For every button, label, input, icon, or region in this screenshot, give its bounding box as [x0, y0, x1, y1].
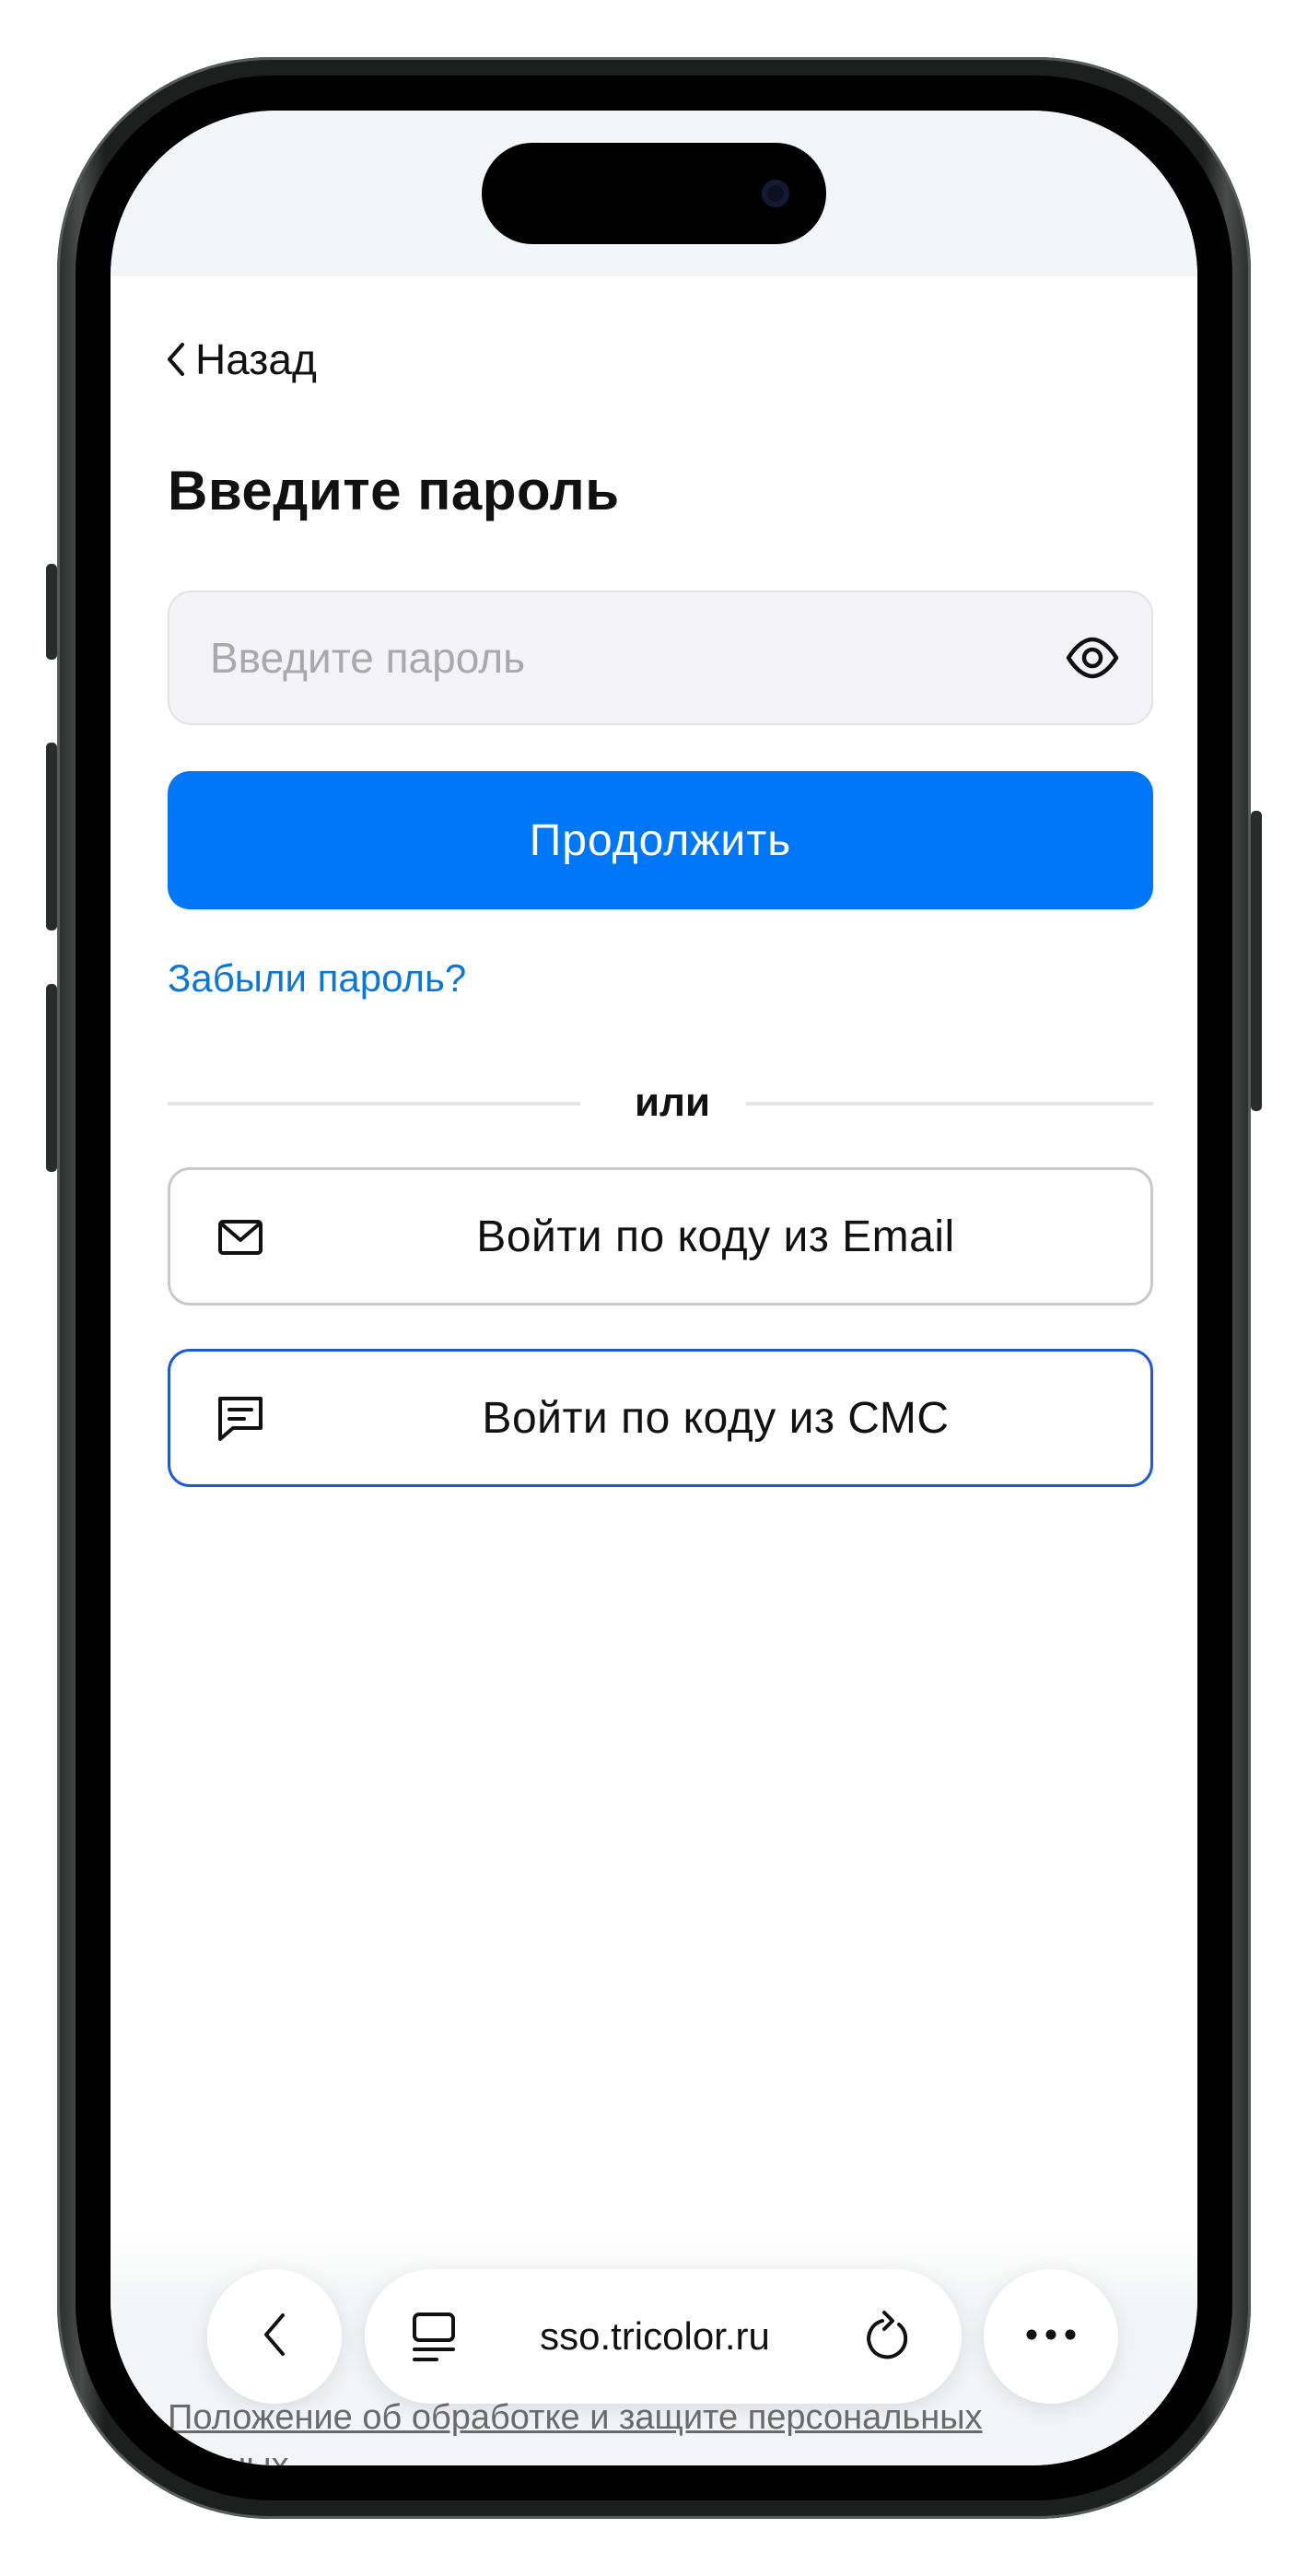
divider-label: или: [634, 1080, 711, 1125]
more-button[interactable]: [984, 2269, 1118, 2404]
power-button: [1251, 811, 1262, 1111]
url-text: sso.tricolor.ru: [540, 2314, 770, 2358]
envelope-icon: [215, 1212, 266, 1263]
reload-icon[interactable]: [862, 2310, 914, 2363]
dynamic-island: [482, 143, 826, 244]
browser-back-button[interactable]: [207, 2269, 342, 2404]
camera-icon: [762, 180, 789, 207]
privacy-policy-link[interactable]: Положение об обработке и защите персонал…: [168, 2394, 1107, 2465]
screen: Назад Введите пароль Продолжить Забыли п…: [111, 111, 1197, 2465]
email-login-label: Войти по коду из Email: [476, 1212, 955, 1261]
back-link[interactable]: Назад: [166, 332, 317, 387]
forgot-password-link[interactable]: Забыли пароль?: [168, 956, 466, 1001]
chevron-left-icon: [262, 2312, 287, 2362]
back-label: Назад: [195, 335, 317, 383]
sms-login-label: Войти по коду из СМС: [482, 1393, 950, 1443]
continue-button[interactable]: Продолжить: [168, 771, 1153, 909]
divider-line-right: [746, 1102, 1153, 1106]
tabs-icon[interactable]: [409, 2311, 459, 2364]
divider-line-left: [168, 1102, 580, 1106]
eye-icon[interactable]: [1065, 634, 1120, 682]
chevron-left-icon: [166, 341, 186, 378]
volume-down-button: [46, 984, 57, 1172]
message-icon: [215, 1393, 266, 1445]
page-title: Введите пароль: [168, 460, 620, 521]
email-login-button[interactable]: Войти по коду из Email: [168, 1167, 1153, 1306]
password-input[interactable]: [210, 592, 1021, 723]
sms-login-button[interactable]: Войти по коду из СМС: [168, 1349, 1153, 1487]
more-dots-icon: [1025, 2328, 1077, 2346]
address-bar[interactable]: sso.tricolor.ru: [365, 2269, 962, 2404]
action-button: [46, 564, 57, 660]
volume-up-button: [46, 743, 57, 931]
password-field: [168, 591, 1153, 725]
